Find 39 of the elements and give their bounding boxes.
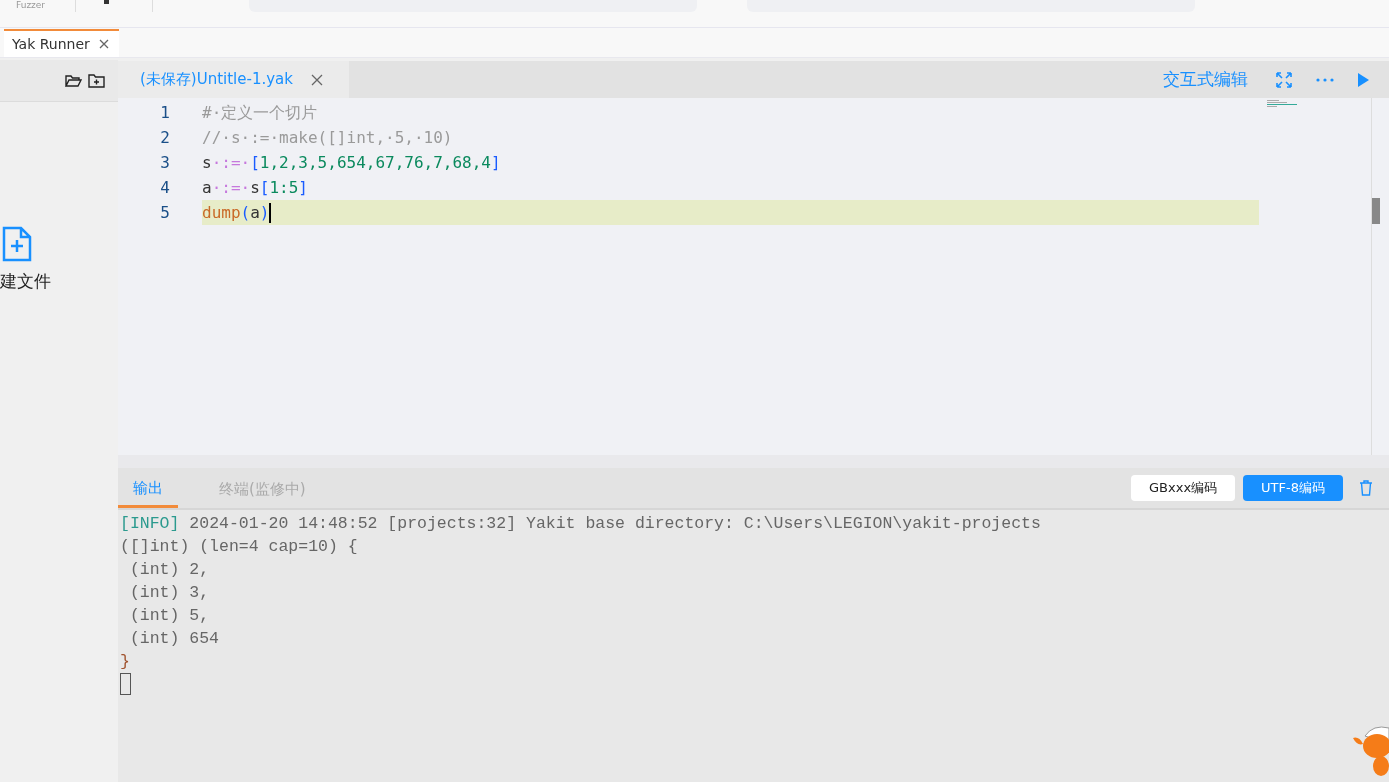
terminal-cursor (120, 673, 131, 695)
new-file-label[interactable]: 建文件 (0, 270, 51, 293)
file-add-icon[interactable] (2, 226, 32, 262)
output-tab[interactable]: 终端(监修中) (204, 469, 321, 507)
app-tab[interactable]: Yak Runner (4, 29, 119, 57)
line-number: 5 (159, 203, 170, 222)
code-line: a·:=·s[1:5] (202, 177, 309, 199)
line-number: 2 (159, 128, 170, 147)
fullscreen-icon[interactable] (1276, 71, 1292, 88)
output-line: (int) 5, (128, 605, 211, 627)
run-icon[interactable] (1358, 72, 1369, 87)
line-number: 4 (159, 178, 170, 197)
close-icon[interactable] (98, 39, 109, 49)
code-line: s·:=·[1,2,3,5,654,67,76,7,68,4] (202, 152, 502, 174)
mascot-drawing[interactable] (1351, 724, 1389, 778)
encoding-button[interactable]: GBxxx编码 (1131, 475, 1236, 501)
trash-icon[interactable] (1359, 480, 1373, 496)
file-tab[interactable]: (未保存)Untitle-1.yak (118, 61, 349, 98)
encoding-button[interactable]: UTF-8编码 (1243, 475, 1343, 501)
folder-open-icon[interactable] (65, 73, 82, 88)
line-number: 1 (159, 103, 170, 122)
code-line: #·定义一个切片 (202, 102, 319, 124)
line-number: 3 (159, 153, 170, 172)
tab-label[interactable]: Fuzzer (16, 0, 46, 11)
scrollbar-thumb[interactable] (1372, 198, 1380, 224)
interactive-edit-link[interactable]: 交互式编辑 (1163, 68, 1248, 91)
output-line: (int) 654 (128, 628, 221, 650)
output-line: ([]int) (len=4 cap=10) { (120, 536, 359, 558)
folder-add-icon[interactable] (88, 73, 105, 88)
output-tab[interactable]: 输出 (118, 468, 178, 508)
output-line: (int) 2, (128, 559, 211, 581)
close-icon[interactable] (311, 73, 323, 86)
minimap-drawing (1267, 100, 1299, 108)
output-line: (int) 3, (128, 582, 211, 604)
output-line: } (120, 651, 131, 673)
more-icon[interactable] (1316, 77, 1334, 82)
output-line: [INFO] 2024-01-20 14:48:52 [projects:32] Yakit base directory: C:\Users\LEGION\yakit-projects (120, 513, 1042, 535)
code-line: //·s·:=·make([]int,·5,·10) (202, 127, 454, 149)
horizontal-scrollbar[interactable] (118, 455, 1389, 468)
